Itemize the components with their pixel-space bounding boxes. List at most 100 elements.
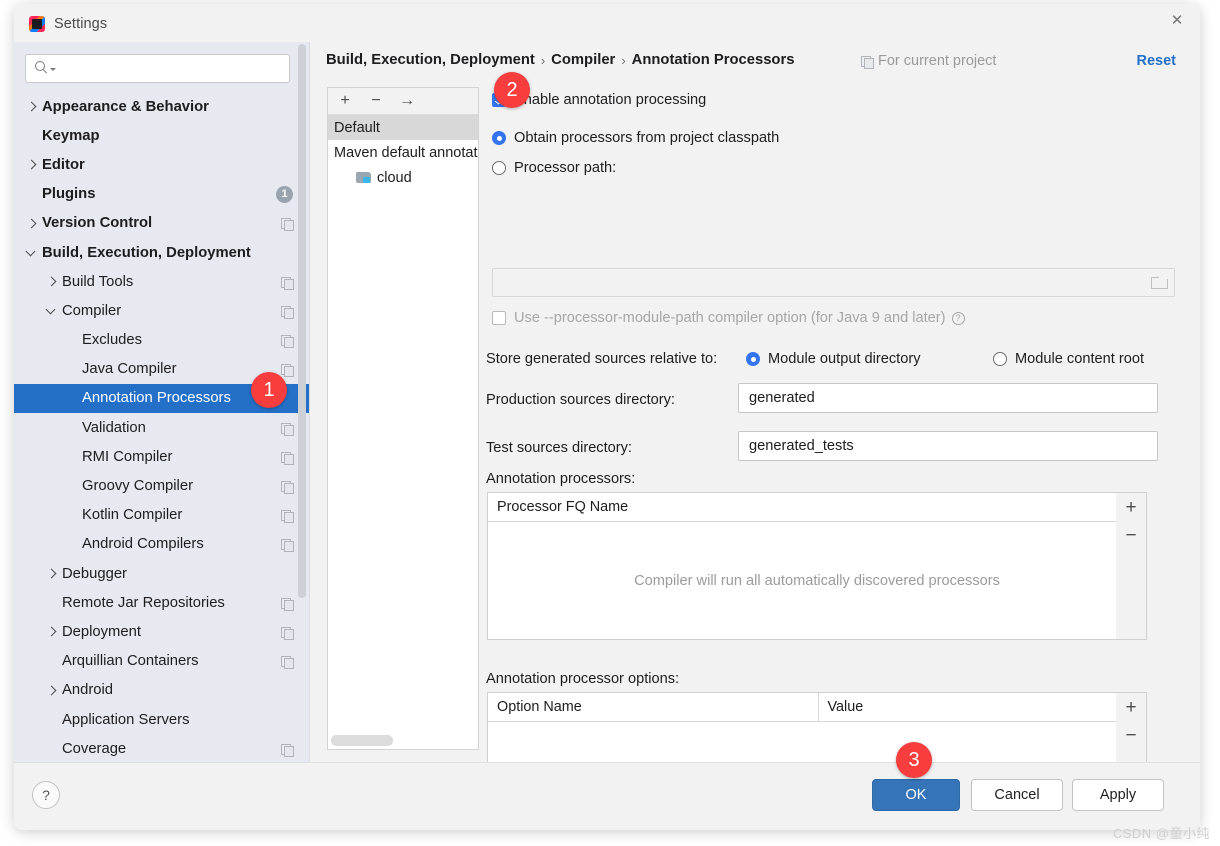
project-scope-icon <box>281 334 293 346</box>
obtain-from-classpath-radio[interactable]: Obtain processors from project classpath <box>492 130 779 146</box>
sidebar-item-debugger[interactable]: Debugger <box>14 559 309 588</box>
add-profile-button[interactable]: + <box>336 93 354 109</box>
browse-folder-icon[interactable] <box>1151 276 1166 289</box>
module-output-directory-radio[interactable]: Module output directory <box>746 351 921 367</box>
production-sources-input[interactable]: generated <box>738 383 1158 413</box>
sidebar-item-validation[interactable]: Validation <box>14 413 309 442</box>
chevron-down-icon[interactable] <box>26 247 38 259</box>
breadcrumb-separator: › <box>541 53 545 68</box>
close-icon[interactable]: ✕ <box>1154 4 1200 36</box>
sidebar-item-coverage[interactable]: Coverage <box>14 734 309 762</box>
search-input[interactable] <box>25 54 290 83</box>
use-processor-module-path-checkbox[interactable]: Use --processor-module-path compiler opt… <box>492 310 965 326</box>
project-scope-icon <box>281 626 293 638</box>
profile-list-item[interactable]: Default <box>328 115 478 140</box>
sidebar-item-adornment <box>281 480 293 492</box>
breadcrumb-item-1[interactable]: Compiler <box>551 52 615 68</box>
sidebar-item-version-control[interactable]: Version Control <box>14 209 309 238</box>
sidebar-item-build-tools[interactable]: Build Tools <box>14 267 309 296</box>
column-header-value[interactable]: Value <box>818 693 1147 721</box>
move-profile-button[interactable]: → <box>398 93 416 109</box>
column-header-processor-fq-name[interactable]: Processor FQ Name <box>488 493 1146 521</box>
plugins-update-count-badge: 1 <box>276 186 293 203</box>
annotation-badge-2: 2 <box>494 72 530 108</box>
profiles-horizontal-scrollbar[interactable] <box>331 735 393 746</box>
profile-list-item[interactable]: cloud <box>328 165 478 190</box>
processor-path-label: Processor path: <box>514 160 616 176</box>
sidebar-item-adornment <box>281 276 293 288</box>
sidebar-item-appearance-behavior[interactable]: Appearance & Behavior <box>14 92 309 121</box>
processor-path-radio[interactable]: Processor path: <box>492 160 616 176</box>
annotation-processors-table[interactable]: Processor FQ Name Compiler will run all … <box>487 492 1147 640</box>
project-scope-icon <box>281 422 293 434</box>
settings-tree: Appearance & Behavior KeymapEditorPlugins… <box>14 92 309 762</box>
chevron-right-icon[interactable] <box>46 626 58 638</box>
sidebar-item-deployment[interactable]: Deployment <box>14 617 309 646</box>
reset-link[interactable]: Reset <box>1137 53 1177 69</box>
cancel-button[interactable]: Cancel <box>971 779 1063 811</box>
add-processor-button[interactable]: + <box>1116 496 1146 520</box>
project-scope-icon <box>281 363 293 375</box>
project-scope-icon <box>861 55 873 67</box>
add-option-button[interactable]: + <box>1116 696 1146 720</box>
sidebar-item-label: Appearance & Behavior <box>42 99 209 115</box>
sidebar-item-keymap[interactable]: Keymap <box>14 121 309 150</box>
sidebar-item-label: Debugger <box>62 566 127 582</box>
processors-table-side-toolbar: + − <box>1116 492 1147 640</box>
help-icon[interactable]: ? <box>952 312 965 325</box>
dialog-footer: ? OK Cancel Apply <box>14 762 1200 830</box>
chevron-down-icon[interactable] <box>46 305 58 317</box>
help-button[interactable]: ? <box>32 781 60 809</box>
enable-annotation-processing-label: Enable annotation processing <box>514 92 706 108</box>
module-content-root-radio[interactable]: Module content root <box>993 351 1144 367</box>
production-sources-label: Production sources directory: <box>486 392 675 408</box>
sidebar-item-plugins[interactable]: Plugins1 <box>14 180 309 209</box>
sidebar-item-kotlin-compiler[interactable]: Kotlin Compiler <box>14 501 309 530</box>
sidebar-item-adornment <box>281 743 293 755</box>
breadcrumb-item-0[interactable]: Build, Execution, Deployment <box>326 52 535 68</box>
sidebar-item-label: Build Tools <box>62 274 133 290</box>
chevron-right-icon[interactable] <box>26 159 38 171</box>
sidebar-scrollbar[interactable] <box>298 44 306 598</box>
chevron-right-icon[interactable] <box>46 276 58 288</box>
ok-button[interactable]: OK <box>872 779 960 811</box>
scope-note: For current project <box>861 53 996 69</box>
production-sources-row: Production sources directory: <box>486 392 675 408</box>
project-scope-icon <box>281 538 293 550</box>
sidebar-item-groovy-compiler[interactable]: Groovy Compiler <box>14 471 309 500</box>
sidebar-item-adornment <box>281 217 293 229</box>
chevron-right-icon[interactable] <box>46 684 58 696</box>
profile-list-item[interactable]: Maven default annotation processors prof… <box>328 140 478 165</box>
apply-button[interactable]: Apply <box>1072 779 1164 811</box>
search-icon <box>35 61 49 75</box>
sidebar-item-android[interactable]: Android <box>14 676 309 705</box>
project-scope-icon <box>281 655 293 667</box>
project-scope-icon <box>281 743 293 755</box>
sidebar-item-label: Validation <box>82 420 146 436</box>
sidebar-item-android-compilers[interactable]: Android Compilers <box>14 530 309 559</box>
remove-processor-button[interactable]: − <box>1116 524 1146 548</box>
test-sources-input[interactable]: generated_tests <box>738 431 1158 461</box>
processor-path-input[interactable] <box>492 268 1175 297</box>
chevron-right-icon[interactable] <box>26 217 38 229</box>
chevron-right-icon[interactable] <box>46 568 58 580</box>
project-scope-icon <box>281 217 293 229</box>
remove-option-button[interactable]: − <box>1116 724 1146 748</box>
project-scope-icon <box>281 509 293 521</box>
sidebar-item-application-servers[interactable]: Application Servers <box>14 705 309 734</box>
profiles-toolbar: + − → <box>328 88 478 115</box>
chevron-right-icon[interactable] <box>26 101 38 113</box>
sidebar-item-rmi-compiler[interactable]: RMI Compiler <box>14 442 309 471</box>
sidebar-item-arquillian-containers[interactable]: Arquillian Containers <box>14 647 309 676</box>
sidebar-item-remote-jar-repositories[interactable]: Remote Jar Repositories <box>14 588 309 617</box>
sidebar-item-label: Java Compiler <box>82 361 177 377</box>
sidebar-item-excludes[interactable]: Excludes <box>14 326 309 355</box>
sidebar-item-compiler[interactable]: Compiler <box>14 296 309 325</box>
sidebar-item-adornment: 1 <box>276 186 293 203</box>
remove-profile-button[interactable]: − <box>367 93 385 109</box>
sidebar-item-build-execution-deployment[interactable]: Build, Execution, Deployment <box>14 238 309 267</box>
sidebar-item-label: Android <box>62 682 113 698</box>
column-header-option-name[interactable]: Option Name <box>488 693 818 721</box>
profiles-list: DefaultMaven default annotation processo… <box>328 115 478 749</box>
sidebar-item-editor[interactable]: Editor <box>14 150 309 179</box>
